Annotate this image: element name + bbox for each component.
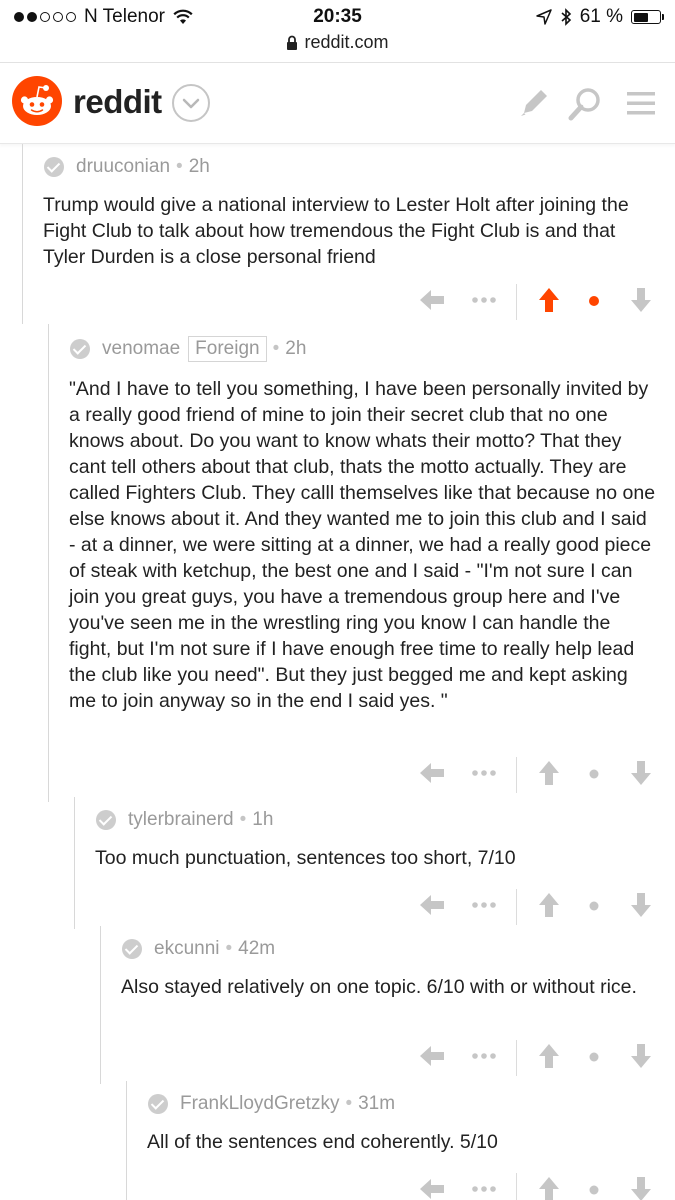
reply-icon[interactable]: [418, 1038, 446, 1074]
checkmark-icon: [122, 939, 142, 959]
url-bar[interactable]: reddit.com: [0, 32, 675, 58]
comment-age: 2h: [285, 338, 307, 359]
checkmark-icon: [96, 810, 116, 830]
action-divider: [516, 889, 517, 925]
reddit-wordmark[interactable]: reddit: [73, 83, 162, 121]
checkmark-icon: [148, 1094, 168, 1114]
comment-actions: [418, 1171, 658, 1200]
meta-separator: •: [272, 338, 280, 359]
status-right: 61 %: [535, 6, 664, 28]
meta-separator: •: [239, 809, 247, 830]
action-divider: [516, 1040, 517, 1076]
comment-meta: ekcunni • 42m: [122, 938, 275, 960]
more-icon[interactable]: [470, 282, 498, 318]
upvote-icon[interactable]: [537, 755, 561, 791]
more-icon[interactable]: [470, 755, 498, 791]
thread-rail: [48, 324, 49, 802]
site-header: reddit: [0, 62, 675, 144]
location-icon: [535, 9, 552, 25]
upvote-icon[interactable]: [537, 1171, 561, 1200]
comment-author[interactable]: ekcunni: [154, 938, 220, 960]
action-divider: [516, 1173, 517, 1200]
reply-icon[interactable]: [418, 755, 446, 791]
score-dot-icon: [589, 296, 599, 306]
comment-meta: druuconian • 2h: [44, 156, 210, 178]
thread-rail: [22, 144, 23, 324]
checkmark-icon: [44, 157, 64, 177]
chevron-down-icon[interactable]: [172, 84, 210, 122]
more-icon[interactable]: [470, 1038, 498, 1074]
comment-body: "And I have to tell you something, I hav…: [69, 378, 656, 712]
score-dot-icon: [589, 901, 599, 911]
comment-author[interactable]: venomae: [102, 338, 180, 360]
pencil-icon[interactable]: [516, 85, 552, 121]
comment: tylerbrainerd • 1h Too much punctuation,…: [74, 797, 675, 929]
downvote-icon[interactable]: [629, 887, 653, 923]
reply-icon[interactable]: [418, 282, 446, 318]
comment-age: 1h: [252, 809, 274, 830]
comment: druuconian • 2h Trump would give a natio…: [22, 144, 675, 324]
comment-age: 31m: [358, 1093, 396, 1114]
comment-meta: tylerbrainerd • 1h: [96, 809, 273, 831]
search-icon[interactable]: [566, 85, 604, 123]
comment-body: All of the sentences end coherently. 5/1…: [147, 1131, 498, 1153]
score-dot-icon: [589, 769, 599, 779]
comment-actions: [418, 1038, 658, 1078]
meta-separator: •: [345, 1093, 353, 1114]
comment-age: 2h: [188, 156, 210, 177]
more-icon[interactable]: [470, 887, 498, 923]
checkmark-icon: [70, 339, 90, 359]
comment-body: Trump would give a national interview to…: [43, 194, 629, 268]
upvote-icon[interactable]: [537, 887, 561, 923]
score-dot-icon: [589, 1052, 599, 1062]
comment-body: Too much punctuation, sentences too shor…: [95, 847, 516, 869]
downvote-icon[interactable]: [629, 755, 653, 791]
comment-actions: [418, 282, 658, 322]
downvote-icon[interactable]: [629, 1171, 653, 1200]
thread-rail: [100, 926, 101, 1084]
comment-actions: [418, 887, 658, 927]
battery-percent: 61 %: [579, 6, 623, 27]
score-dot-icon: [589, 1185, 599, 1195]
status-bar: N Telenor 20:35 61 %: [0, 0, 675, 34]
comment-actions: [418, 755, 658, 795]
comment-author[interactable]: FrankLloydGretzky: [180, 1093, 339, 1115]
url-text: reddit.com: [304, 32, 389, 52]
lock-icon: [287, 35, 298, 50]
downvote-icon[interactable]: [629, 1038, 653, 1074]
thread-rail: [74, 797, 75, 929]
comment-author[interactable]: tylerbrainerd: [128, 809, 234, 831]
comment-author[interactable]: druuconian: [76, 156, 170, 178]
upvote-icon[interactable]: [537, 1038, 561, 1074]
meta-separator: •: [176, 156, 183, 177]
battery-icon: [631, 10, 664, 24]
reddit-alien-logo[interactable]: [12, 76, 62, 126]
more-icon[interactable]: [470, 1171, 498, 1200]
meta-separator: •: [225, 938, 233, 959]
bluetooth-icon: [561, 8, 571, 26]
action-divider: [516, 757, 517, 793]
thread-rail: [126, 1081, 127, 1200]
downvote-icon[interactable]: [629, 282, 653, 318]
reply-icon[interactable]: [418, 1171, 446, 1200]
reply-icon[interactable]: [418, 887, 446, 923]
comment: FrankLloydGretzky • 31m All of the sente…: [126, 1081, 675, 1200]
user-flair: Foreign: [188, 336, 267, 362]
comment: venomae Foreign • 2h "And I have to tell…: [48, 324, 675, 802]
menu-icon[interactable]: [625, 85, 657, 121]
comment-body: Also stayed relatively on one topic. 6/1…: [121, 976, 637, 998]
comment-meta: FrankLloydGretzky • 31m: [148, 1093, 395, 1115]
action-divider: [516, 284, 517, 320]
comment-age: 42m: [238, 938, 276, 959]
comment: ekcunni • 42m Also stayed relatively on …: [100, 926, 675, 1084]
comment-meta: venomae Foreign • 2h: [70, 336, 306, 362]
upvote-icon[interactable]: [537, 282, 561, 318]
